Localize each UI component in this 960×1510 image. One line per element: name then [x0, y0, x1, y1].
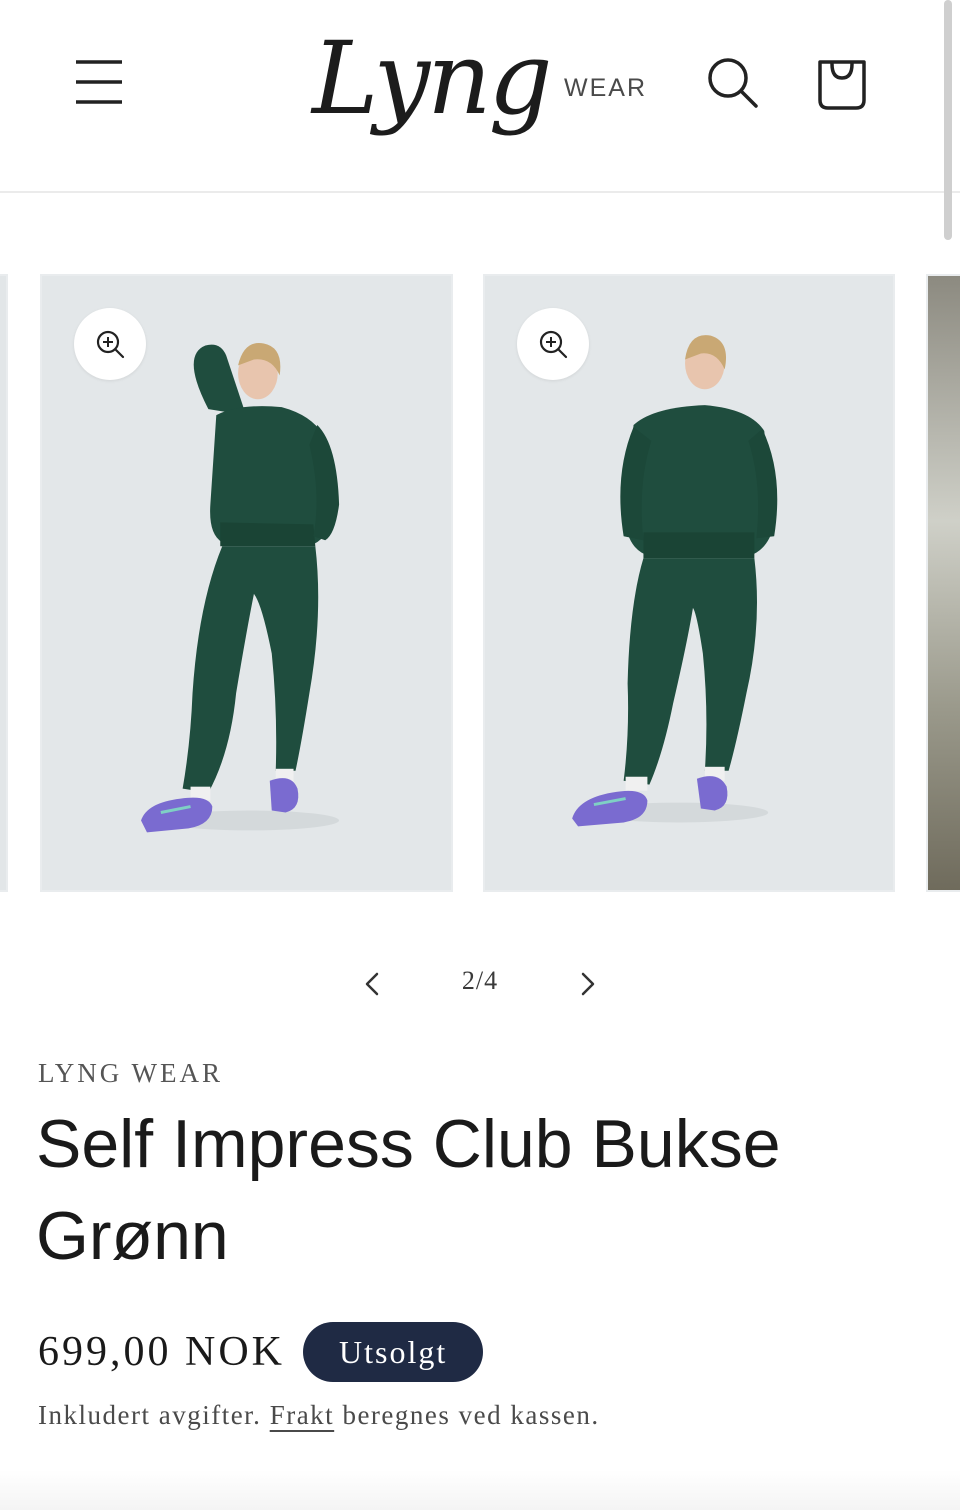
gallery-slide-2[interactable] [483, 274, 895, 892]
search-icon[interactable] [702, 52, 764, 114]
logo-wordmark: Lyng [312, 20, 553, 137]
product-price: 699,00 NOK [38, 1329, 285, 1375]
shipping-link[interactable]: Frakt [270, 1400, 335, 1430]
zoom-in-icon [96, 330, 125, 359]
price-row: 699,00 NOK Utsolgt [38, 1320, 484, 1384]
gallery-slide-previous[interactable] [0, 274, 8, 892]
sold-out-badge: Utsolgt [303, 1322, 484, 1382]
logo-suffix: WEAR [564, 74, 647, 102]
gallery-slide-1[interactable] [40, 274, 453, 892]
product-title: Self Impress Club Bukse Grønn [36, 1106, 781, 1274]
hamburger-menu-icon[interactable] [66, 52, 130, 108]
page-bottom-edge [0, 1470, 960, 1510]
zoom-button[interactable] [74, 308, 146, 380]
tax-note-text: Inkludert avgifter. [38, 1400, 270, 1430]
site-header: Lyng WEAR [0, 0, 960, 193]
chevron-left-icon[interactable] [352, 964, 392, 1004]
gallery-counter: 2/4 [461, 966, 499, 995]
page-scrollbar[interactable] [944, 0, 952, 240]
cart-icon[interactable] [808, 50, 876, 116]
product-vendor: LYNG WEAR [38, 1058, 224, 1088]
chevron-right-icon[interactable] [568, 964, 608, 1004]
gallery-slide-next[interactable] [926, 274, 960, 892]
product-gallery[interactable] [0, 274, 960, 892]
zoom-button[interactable] [517, 308, 589, 380]
zoom-in-icon [539, 330, 568, 359]
gallery-pager: 2/4 [0, 956, 960, 1012]
tax-shipping-note: Inkludert avgifter. Frakt beregnes ved k… [38, 1400, 600, 1431]
tax-note-suffix: beregnes ved kassen. [334, 1400, 600, 1430]
